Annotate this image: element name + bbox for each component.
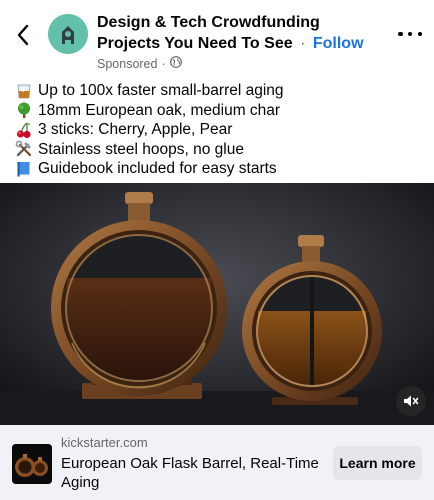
- title-separator: ·: [300, 35, 306, 52]
- ad-product-title[interactable]: European Oak Flask Barrel, Real-Time Agi…: [61, 454, 323, 492]
- book-icon: [14, 160, 34, 178]
- ad-domain: kickstarter.com: [61, 435, 148, 450]
- cherries-icon: [14, 121, 34, 139]
- flask-barrel-photo: [0, 183, 434, 425]
- caption-line: 18mm European oak, medium char: [14, 101, 424, 121]
- post-meta: Sponsored ·: [97, 56, 387, 71]
- page-avatar[interactable]: [48, 14, 88, 54]
- ad-media[interactable]: [0, 183, 434, 425]
- follow-button[interactable]: Follow: [313, 35, 364, 52]
- more-options-icon[interactable]: [398, 26, 422, 42]
- globe-icon: [169, 56, 182, 71]
- whiskey-glass-icon: [14, 82, 34, 100]
- tree-icon: [14, 101, 34, 119]
- tools-icon: [14, 140, 34, 158]
- caption-text: 18mm European oak, medium char: [38, 101, 281, 119]
- sponsored-label[interactable]: Sponsored: [97, 57, 157, 71]
- caption-text: 3 sticks: Cherry, Apple, Pear: [38, 121, 233, 138]
- caption-line: Guidebook included for easy starts: [14, 159, 424, 179]
- page-title: Design & Tech Crowdfunding Projects You …: [97, 12, 387, 54]
- caption-line: Up to 100x faster small-barrel aging: [14, 81, 424, 101]
- post-caption: Up to 100x faster small-barrel aging 18m…: [14, 81, 424, 179]
- caption-text: Up to 100x faster small-barrel aging: [38, 82, 284, 99]
- page-name-link[interactable]: Design & Tech Crowdfunding Projects You …: [97, 14, 320, 52]
- learn-more-button[interactable]: Learn more: [333, 446, 422, 480]
- caption-text: Stainless steel hoops, no glue: [38, 140, 244, 158]
- meta-dot: ·: [161, 56, 166, 71]
- back-arrow-icon[interactable]: [10, 22, 36, 48]
- product-thumbnail[interactable]: [12, 444, 52, 484]
- post-header: Design & Tech Crowdfunding Projects You …: [0, 0, 434, 76]
- ad-footer[interactable]: kickstarter.com European Oak Flask Barre…: [0, 425, 434, 500]
- caption-line: 3 sticks: Cherry, Apple, Pear: [14, 120, 424, 140]
- caption-line: Stainless steel hoops, no glue: [14, 140, 424, 160]
- post-title-block: Design & Tech Crowdfunding Projects You …: [97, 12, 387, 71]
- speaker-muted-icon[interactable]: [396, 386, 426, 416]
- caption-text: Guidebook included for easy starts: [38, 160, 277, 177]
